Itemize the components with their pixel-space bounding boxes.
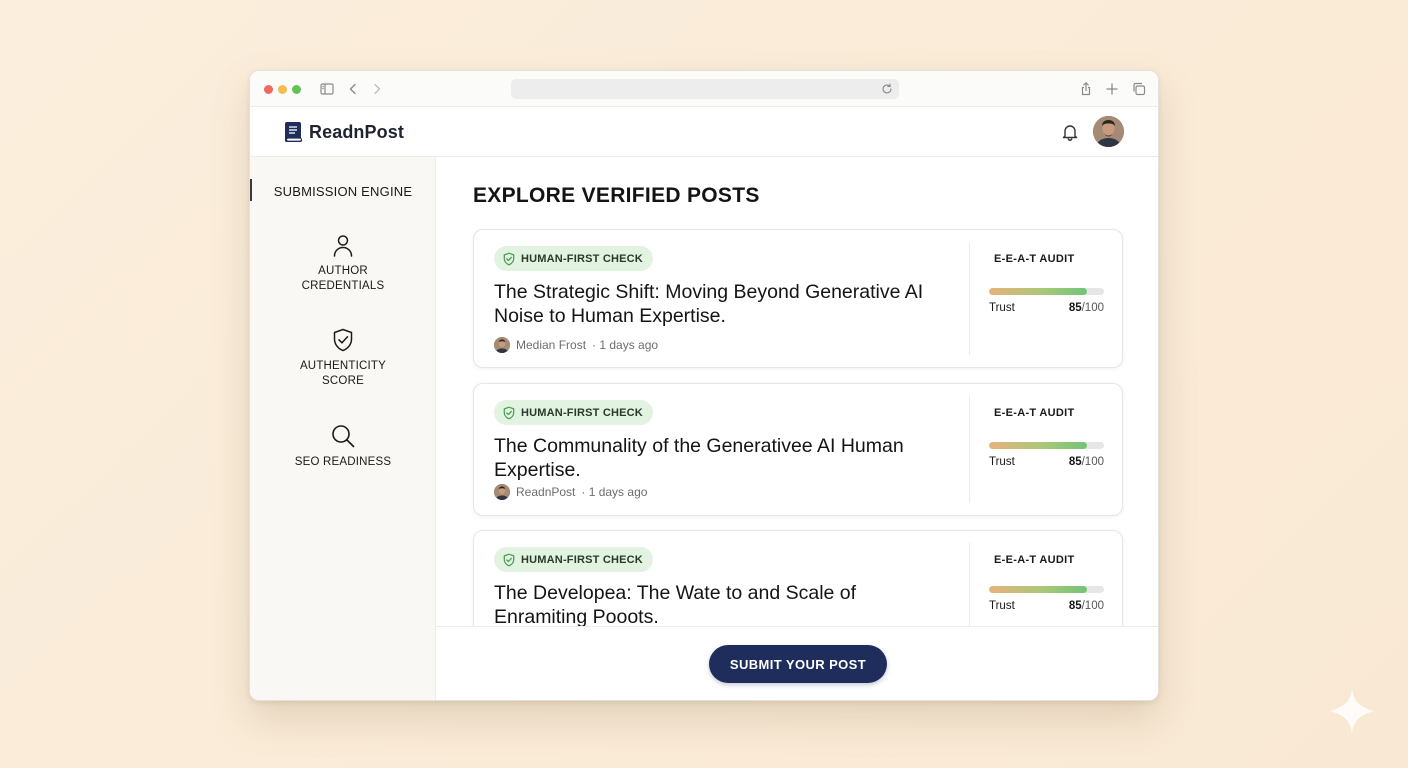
post-time: · 1 days ago [592,338,659,352]
minimize-window-button[interactable] [278,85,287,94]
badge-label: HUMAN-FIRST CHECK [521,406,643,419]
card-divider [969,242,970,355]
badge-label: HUMAN-FIRST CHECK [521,553,643,566]
human-first-badge: HUMAN-FIRST CHECK [494,400,653,425]
sidebar-toggle-icon[interactable] [319,81,335,97]
sidebar-item-authenticity-score[interactable]: AUTHENTICITY SCORE [250,327,436,389]
trust-score-max: /100 [1081,600,1104,612]
app-name: ReadnPost [309,121,404,142]
reload-icon[interactable] [880,82,894,96]
trust-score-value: 85 [1068,600,1082,612]
post-card[interactable]: HUMAN-FIRST CHECK The Strategic Shift: M… [473,229,1123,368]
trust-label: Trust [989,302,1015,314]
shield-check-icon [330,327,356,353]
trust-score: 85/100 [1034,456,1104,468]
post-title[interactable]: The Developea: The Wate to and Scale of … [494,581,954,629]
sidebar: SUBMISSION ENGINE AUTHOR CREDENTIALS AUT… [250,157,436,700]
tabs-overview-icon[interactable] [1131,81,1147,97]
submit-post-button[interactable]: SUBMIT YOUR POST [709,645,887,683]
app-header: ReadnPost [250,107,1158,157]
post-title[interactable]: The Communality of the Generativee AI Hu… [494,434,954,482]
trust-score-value: 85 [1068,456,1082,468]
sidebar-item-label: AUTHENTICITY [299,360,387,372]
sparkle-icon [1328,687,1376,735]
card-divider [969,396,970,503]
search-icon [330,423,356,449]
back-icon[interactable] [345,81,361,97]
avatar[interactable] [1093,116,1124,147]
sidebar-item-seo-readiness[interactable]: SEO READINESS [250,423,436,470]
audit-label: E-E-A-T AUDIT [994,253,1075,265]
sidebar-title: SUBMISSION ENGINE [273,184,413,199]
trust-label: Trust [989,456,1015,468]
page-title: EXPLORE VERIFIED POSTS [473,184,760,207]
trust-progress-bar [989,442,1104,449]
badge-label: HUMAN-FIRST CHECK [521,252,643,265]
author-name[interactable]: ReadnPost [516,485,575,499]
trust-score: 85/100 [1034,600,1104,612]
address-bar[interactable] [511,79,899,99]
post-meta: ReadnPost · 1 days ago [494,484,647,500]
trust-progress-fill [989,442,1087,449]
post-meta: Median Frost · 1 days ago [494,337,658,353]
user-icon [330,232,356,258]
author-avatar [494,337,510,353]
author-name[interactable]: Median Frost [516,338,586,352]
forward-icon[interactable] [369,81,385,97]
trust-score: 85/100 [1034,302,1104,314]
app-logo[interactable]: ReadnPost [284,121,404,143]
bell-icon[interactable] [1060,122,1080,142]
trust-progress-fill [989,288,1087,295]
submit-footer: SUBMIT YOUR POST [436,626,1158,700]
human-first-badge: HUMAN-FIRST CHECK [494,547,653,572]
shield-check-icon [502,553,516,567]
sidebar-item-author-credentials[interactable]: AUTHOR CREDENTIALS [250,232,436,294]
sidebar-item-label: AUTHOR [318,265,368,277]
human-first-badge: HUMAN-FIRST CHECK [494,246,653,271]
post-time: · 1 days ago [581,485,648,499]
maximize-window-button[interactable] [292,85,301,94]
trust-progress-bar [989,586,1104,593]
shield-check-icon [502,252,516,266]
trust-progress-fill [989,586,1087,593]
sidebar-item-label: CREDENTIALS [301,280,385,292]
post-title[interactable]: The Strategic Shift: Moving Beyond Gener… [494,280,954,328]
share-icon[interactable] [1078,81,1094,97]
main-content: EXPLORE VERIFIED POSTS HUMAN-FIRST CHECK… [436,157,1158,700]
audit-label: E-E-A-T AUDIT [994,407,1075,419]
close-window-button[interactable] [264,85,273,94]
browser-toolbar [250,71,1158,107]
browser-window: ReadnPost SUBMISSION ENGINE AUTHOR CREDE… [249,70,1159,701]
audit-label: E-E-A-T AUDIT [994,554,1075,566]
post-card[interactable]: HUMAN-FIRST CHECK The Communality of the… [473,383,1123,516]
author-avatar [494,484,510,500]
trust-score-max: /100 [1081,456,1104,468]
book-icon [285,122,302,142]
sidebar-item-label: SCORE [322,375,364,387]
trust-score-value: 85 [1068,302,1082,314]
sidebar-item-label: SEO READINESS [294,456,392,468]
trust-label: Trust [989,600,1015,612]
shield-check-icon [502,406,516,420]
trust-score-max: /100 [1081,302,1104,314]
trust-progress-bar [989,288,1104,295]
new-tab-icon[interactable] [1104,81,1120,97]
